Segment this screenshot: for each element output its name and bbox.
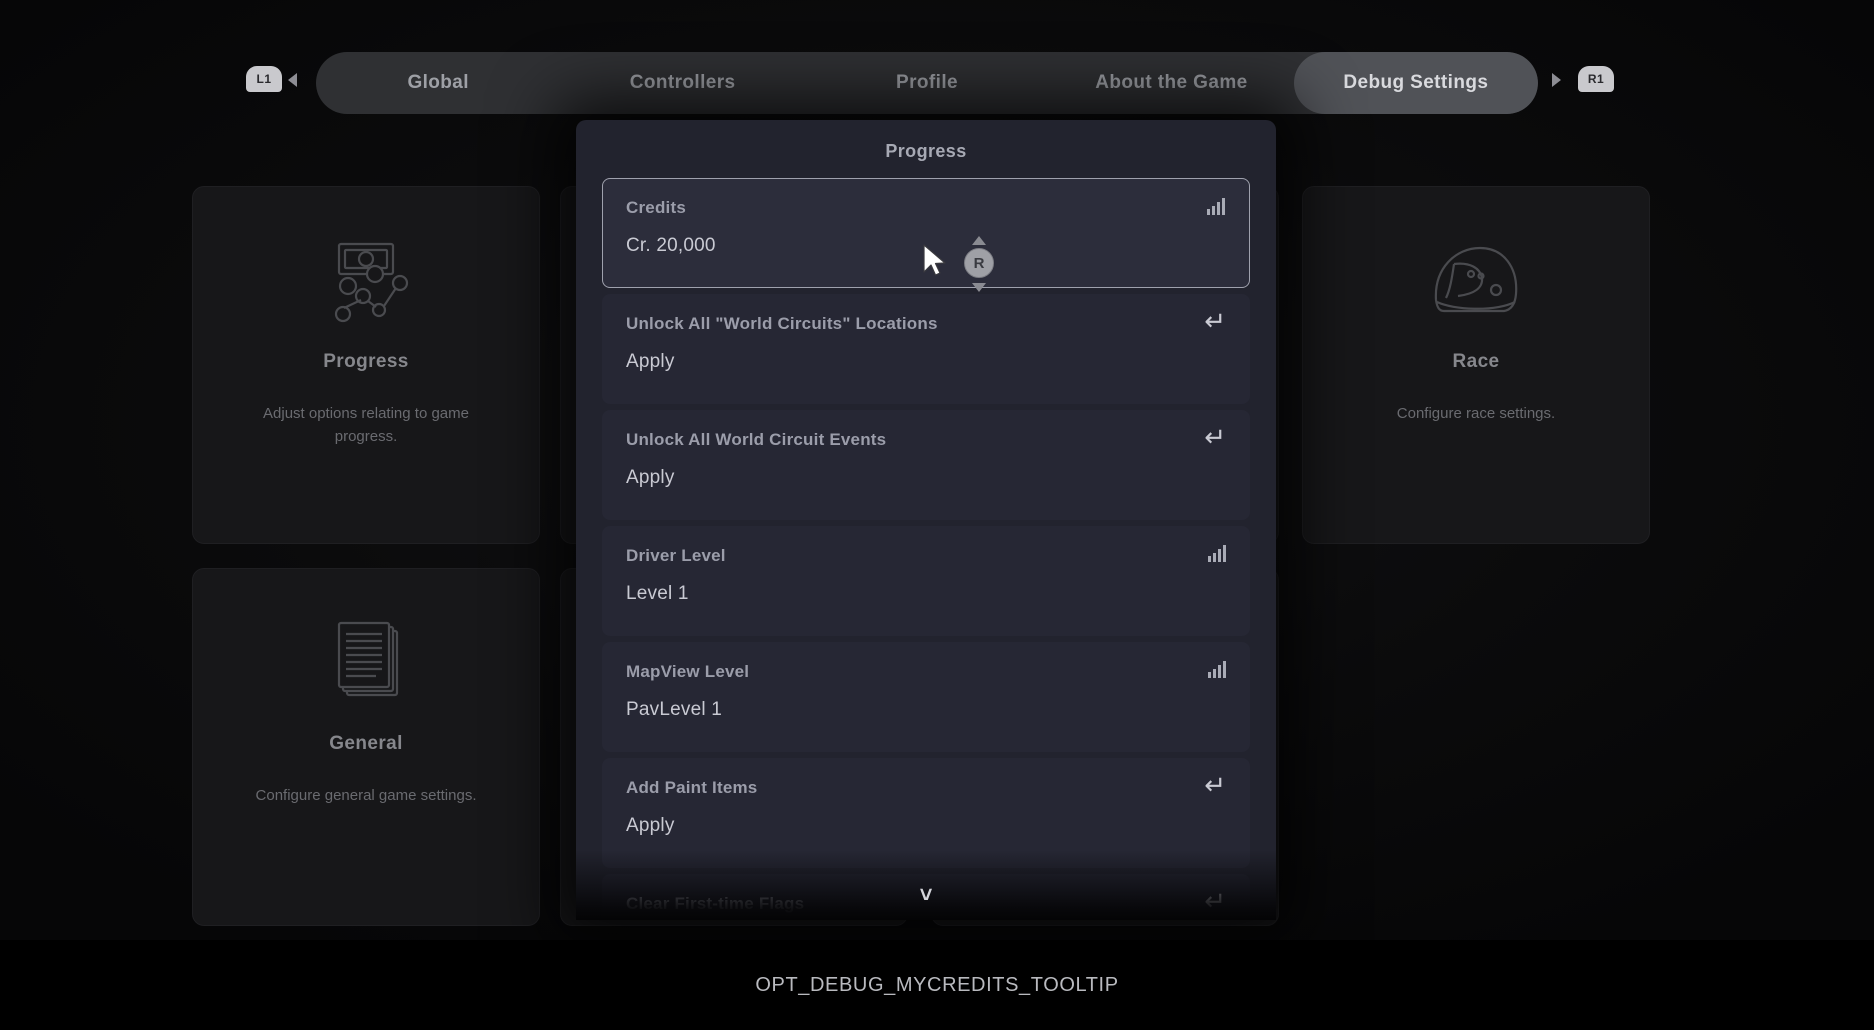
chevron-down-icon[interactable]: ˅ <box>576 884 1276 906</box>
l1-shoulder-button[interactable]: L1 <box>246 66 282 92</box>
category-card-progress[interactable]: Progress Adjust options relating to game… <box>192 186 540 544</box>
tab-profile[interactable]: Profile <box>805 52 1049 114</box>
tab-controllers[interactable]: Controllers <box>560 52 804 114</box>
option-label: Add Paint Items <box>626 778 1226 798</box>
stick-button: R <box>964 248 994 278</box>
enter-arrow-icon: ↵ <box>1204 313 1226 330</box>
triangle-right-icon[interactable] <box>1552 73 1561 87</box>
r1-shoulder-button[interactable]: R1 <box>1578 66 1614 92</box>
option-row-driver-level[interactable]: Driver Level Level 1 <box>602 526 1250 636</box>
option-value: Level 1 <box>626 583 1226 605</box>
option-row-add-paint-items[interactable]: Add Paint Items Apply ↵ <box>602 758 1250 868</box>
enter-arrow-icon: ↵ <box>1204 429 1226 446</box>
app-root: L1 Global Controllers Profile About the … <box>0 0 1874 1030</box>
card-title: Race <box>1452 351 1499 373</box>
option-label: Unlock All World Circuit Events <box>626 430 1226 450</box>
tab-strip: Global Controllers Profile About the Gam… <box>316 52 1538 114</box>
bar-chart-icon <box>1207 198 1225 215</box>
documents-icon <box>311 617 421 709</box>
option-value: Apply <box>626 467 1226 489</box>
card-description: Adjust options relating to game progress… <box>241 403 491 448</box>
category-card-general[interactable]: General Configure general game settings. <box>192 568 540 926</box>
card-title: General <box>329 733 403 755</box>
l1-shoulder-label: L1 <box>256 73 271 85</box>
option-row-mapview-level[interactable]: MapView Level PavLevel 1 <box>602 642 1250 752</box>
triangle-down-icon <box>972 283 986 292</box>
card-description: Configure general game settings. <box>241 785 491 808</box>
helmet-icon <box>1421 235 1531 327</box>
progress-options-dialog: Progress Credits Cr. 20,000 Unlock All "… <box>576 120 1276 920</box>
option-label: Driver Level <box>626 546 1226 566</box>
tab-label: Debug Settings <box>1343 72 1488 94</box>
tab-debug-settings[interactable]: Debug Settings <box>1294 52 1538 114</box>
card-description: Configure race settings. <box>1351 403 1601 426</box>
stick-label: R <box>974 256 985 271</box>
tab-label: Profile <box>896 72 958 94</box>
triangle-up-icon <box>972 236 986 245</box>
tab-global[interactable]: Global <box>316 52 560 114</box>
card-title: Progress <box>323 351 409 373</box>
tab-label: Global <box>407 72 469 94</box>
money-graph-icon <box>311 235 421 327</box>
category-card-race[interactable]: Race Configure race settings. <box>1302 186 1650 544</box>
top-tab-bar: L1 Global Controllers Profile About the … <box>0 52 1874 114</box>
tab-label: About the Game <box>1095 72 1247 94</box>
tooltip-text: OPT_DEBUG_MYCREDITS_TOOLTIP <box>755 974 1118 997</box>
option-label: Credits <box>626 198 1226 218</box>
option-value: Apply <box>626 351 1226 373</box>
option-value: PavLevel 1 <box>626 699 1226 721</box>
r1-shoulder-label: R1 <box>1588 73 1604 85</box>
bar-chart-icon <box>1208 545 1226 562</box>
mouse-cursor-icon <box>922 244 948 278</box>
bar-chart-icon <box>1208 661 1226 678</box>
footer-tooltip-bar: OPT_DEBUG_MYCREDITS_TOOLTIP <box>0 940 1874 1030</box>
game-screen: L1 Global Controllers Profile About the … <box>0 0 1874 940</box>
tab-label: Controllers <box>630 72 736 94</box>
option-row-unlock-world-circuit-events[interactable]: Unlock All World Circuit Events Apply ↵ <box>602 410 1250 520</box>
dialog-title: Progress <box>576 120 1276 182</box>
option-value: Apply <box>626 815 1226 837</box>
triangle-left-icon[interactable] <box>288 73 297 87</box>
enter-arrow-icon: ↵ <box>1204 777 1226 794</box>
tab-about-the-game[interactable]: About the Game <box>1049 52 1293 114</box>
option-label: Unlock All "World Circuits" Locations <box>626 314 1226 334</box>
right-stick-scroll-hint: R <box>962 236 996 292</box>
option-list: Credits Cr. 20,000 Unlock All "World Cir… <box>576 178 1276 920</box>
option-row-unlock-world-circuits-locations[interactable]: Unlock All "World Circuits" Locations Ap… <box>602 294 1250 404</box>
option-label: MapView Level <box>626 662 1226 682</box>
